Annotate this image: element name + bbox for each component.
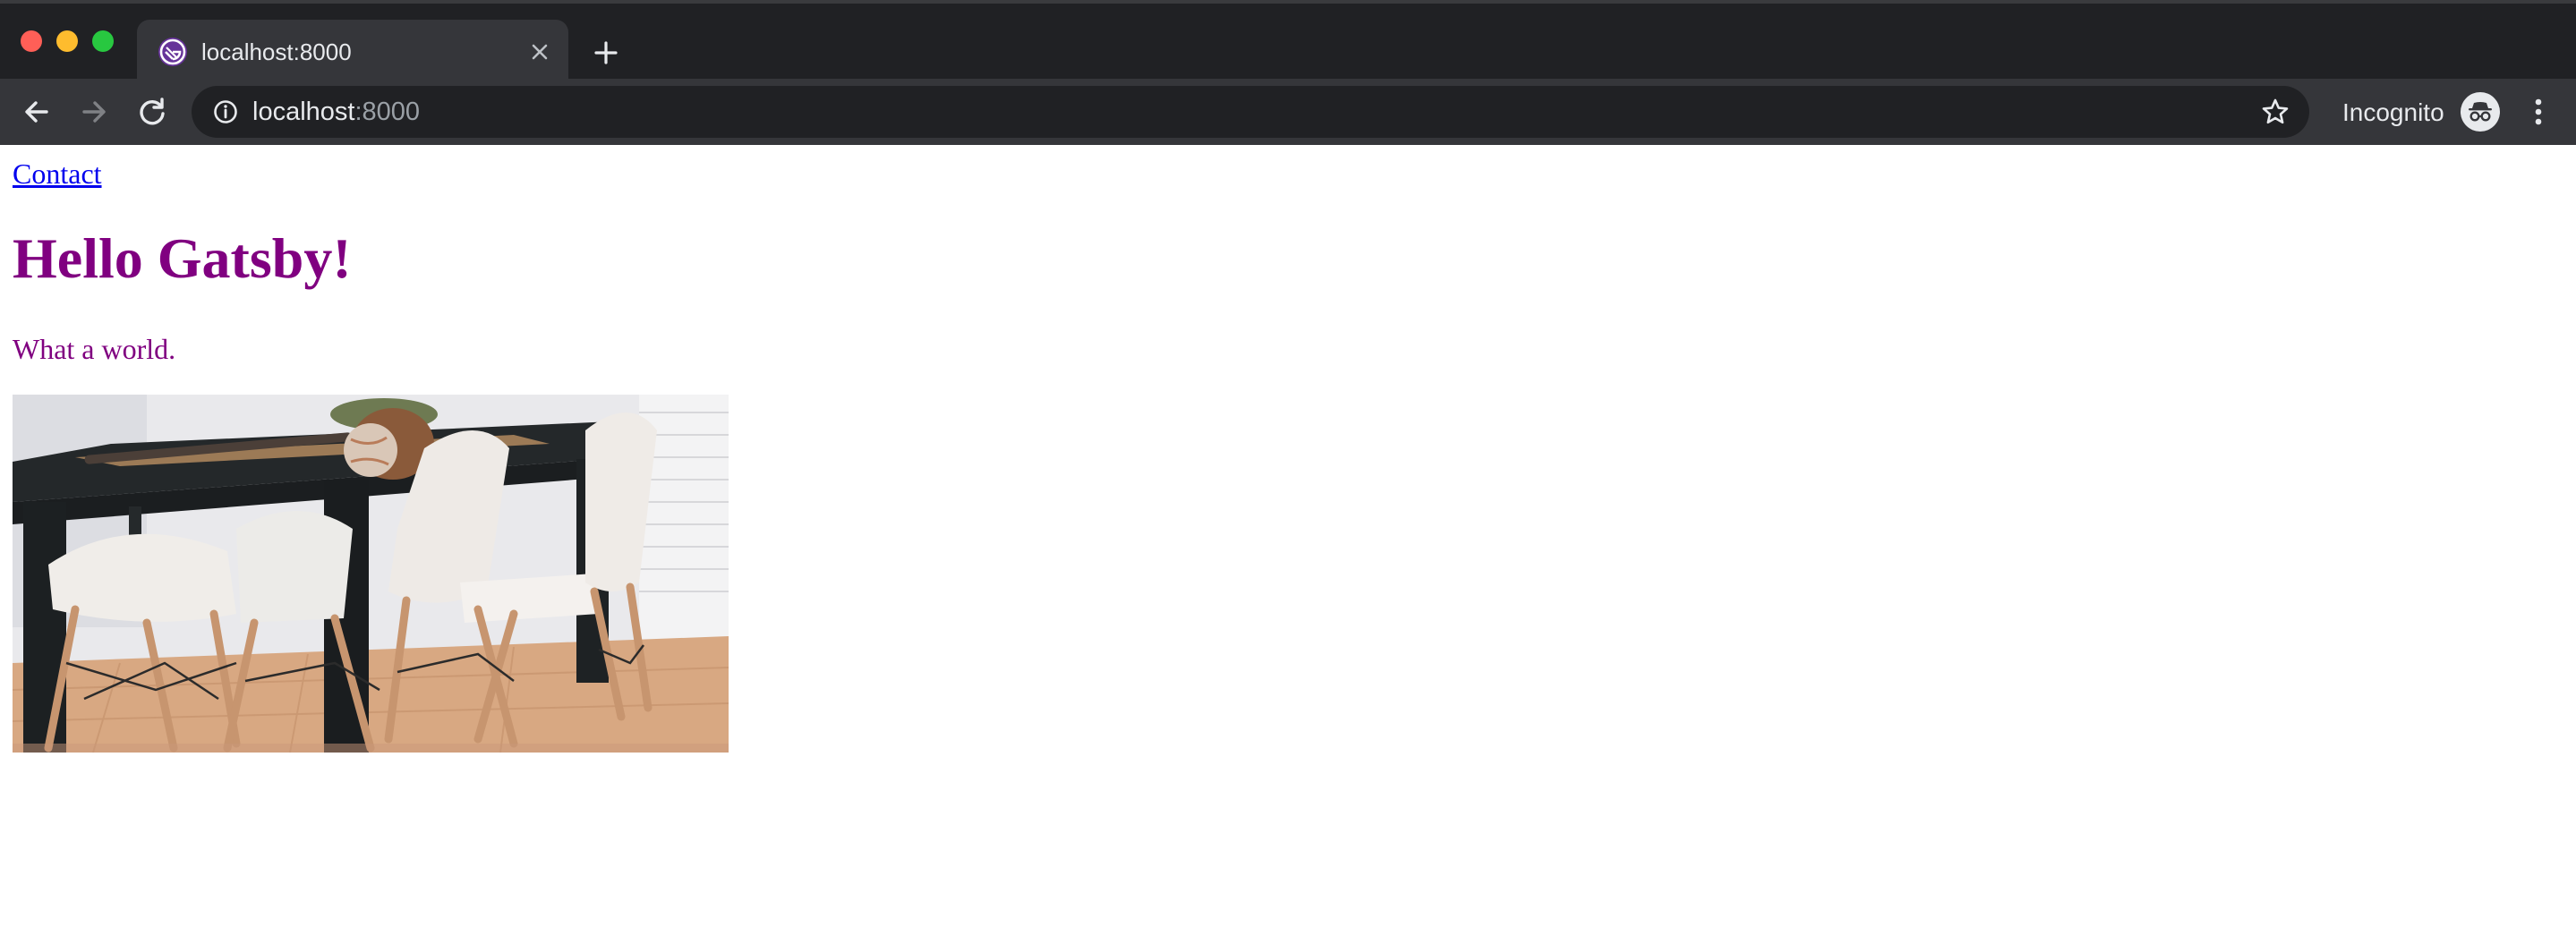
address-bar[interactable]: localhost:8000 — [192, 86, 2309, 138]
reload-icon[interactable] — [132, 91, 173, 132]
page-title: Hello Gatsby! — [13, 226, 352, 290]
close-tab-icon[interactable] — [524, 36, 556, 68]
window-close-button[interactable] — [21, 30, 42, 52]
tab-strip: localhost:8000 — [0, 0, 2576, 82]
browser-tab[interactable]: localhost:8000 — [137, 20, 568, 82]
gatsby-logo-icon — [158, 38, 187, 66]
hero-image — [13, 395, 729, 753]
window-zoom-button[interactable] — [92, 30, 114, 52]
incognito-label[interactable]: Incognito — [2342, 98, 2444, 127]
page-text: What a world. — [13, 333, 176, 365]
url-port: :8000 — [354, 98, 421, 126]
browser-window: localhost:8000 localhost:8000 Incognito … — [0, 0, 2576, 927]
tab-title: localhost:8000 — [201, 38, 352, 65]
contact-link[interactable]: Contact — [13, 157, 102, 191]
browser-toolbar: localhost:8000 Incognito — [0, 79, 2576, 145]
site-info-icon[interactable] — [211, 98, 240, 126]
window-minimize-button[interactable] — [56, 30, 78, 52]
more-options-icon[interactable] — [2521, 91, 2556, 132]
page-viewport: Contact Hello Gatsby! What a world. — [0, 145, 2576, 927]
bookmark-star-icon[interactable] — [2259, 96, 2291, 128]
new-tab-icon[interactable] — [587, 34, 625, 72]
url-host: localhost — [252, 98, 355, 126]
url-text[interactable]: localhost:8000 — [252, 97, 420, 127]
forward-arrow-icon[interactable] — [73, 91, 115, 132]
back-arrow-icon[interactable] — [16, 91, 57, 132]
incognito-avatar-icon[interactable] — [2461, 92, 2500, 132]
